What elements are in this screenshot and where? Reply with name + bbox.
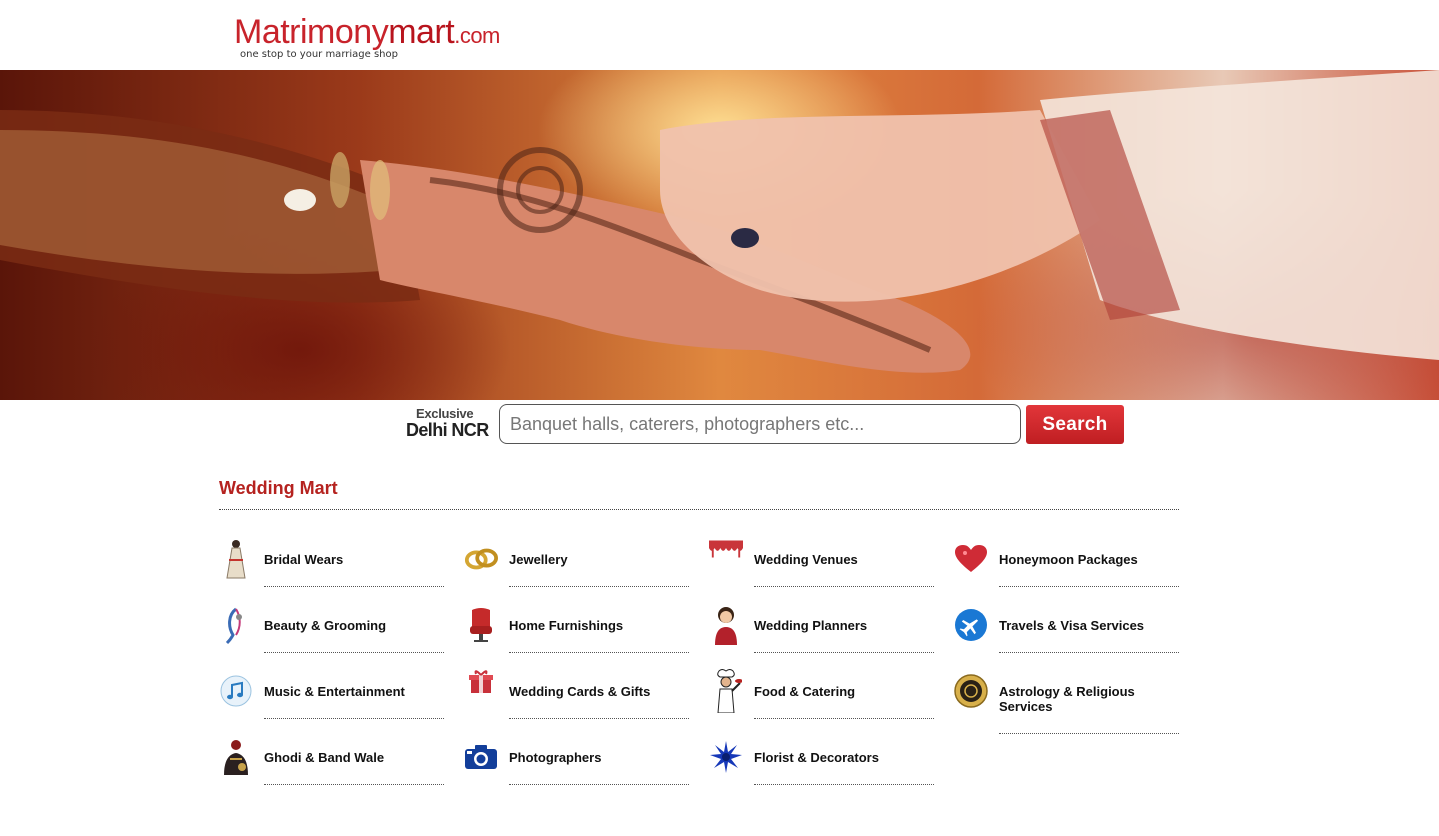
category-divider xyxy=(264,784,444,785)
category-divider xyxy=(754,652,934,653)
airplane-icon xyxy=(954,604,988,646)
category-florist-decorators[interactable]: Florist & Decorators xyxy=(709,733,935,788)
category-divider xyxy=(754,784,934,785)
logo-domain: .com xyxy=(454,23,500,48)
category-wedding-planners[interactable]: Wedding Planners xyxy=(709,601,935,656)
category-label: Astrology & Religious Services xyxy=(999,684,1135,714)
category-wedding-venues[interactable]: Wedding Venues xyxy=(709,535,935,590)
category-label: Wedding Venues xyxy=(754,552,858,567)
search-input[interactable] xyxy=(499,404,1021,444)
horse-icon xyxy=(219,736,253,778)
category-label: Wedding Planners xyxy=(754,618,868,633)
music-note-icon xyxy=(219,670,253,712)
category-label: Music & Entertainment xyxy=(264,684,405,699)
camera-icon xyxy=(464,736,498,778)
exclusive-label: Exclusive xyxy=(416,406,474,421)
heart-icon xyxy=(954,538,988,580)
category-bridal-wears[interactable]: Bridal Wears xyxy=(219,535,445,590)
hero-banner-image xyxy=(0,70,1439,400)
logo-name-part1: Matrimony xyxy=(234,13,389,51)
exclusive-region-badge: Exclusive Delhi NCR xyxy=(404,406,489,442)
category-divider xyxy=(264,586,444,587)
category-label: Wedding Cards & Gifts xyxy=(509,684,651,699)
category-home-furnishings[interactable]: Home Furnishings xyxy=(464,601,690,656)
category-divider xyxy=(999,733,1179,734)
category-label: Photographers xyxy=(509,750,602,765)
logo-wordmark: Matrimonymart.com xyxy=(234,14,500,54)
section-divider xyxy=(219,509,1179,510)
beauty-icon xyxy=(219,604,253,646)
region-label: Delhi NCR xyxy=(406,420,489,440)
category-divider xyxy=(264,652,444,653)
category-label: Home Furnishings xyxy=(509,618,624,633)
planner-icon xyxy=(709,604,743,646)
category-honeymoon-packages[interactable]: Honeymoon Packages xyxy=(954,535,1180,590)
category-divider xyxy=(509,784,689,785)
category-music-entertainment[interactable]: Music & Entertainment xyxy=(219,667,445,722)
category-photographers[interactable]: Photographers xyxy=(464,733,690,788)
chair-icon xyxy=(464,604,498,646)
category-label: Honeymoon Packages xyxy=(999,552,1138,567)
category-label: Food & Catering xyxy=(754,684,856,699)
category-label: Travels & Visa Services xyxy=(999,618,1145,633)
category-jewellery[interactable]: Jewellery xyxy=(464,535,690,590)
logo-name-part2: mart xyxy=(388,13,455,51)
logo-tagline: one stop to your marriage shop xyxy=(240,49,398,60)
astrology-icon xyxy=(954,670,988,712)
category-label: Ghodi & Band Wale xyxy=(264,750,385,765)
site-header: Matrimonymart.com one stop to your marri… xyxy=(0,0,1439,70)
category-food-catering[interactable]: Food & Catering xyxy=(709,667,935,722)
gift-icon xyxy=(464,670,498,712)
category-label: Beauty & Grooming xyxy=(264,618,387,633)
category-label: Jewellery xyxy=(509,552,568,567)
category-divider xyxy=(509,586,689,587)
section-title: Wedding Mart xyxy=(219,478,338,498)
chef-icon xyxy=(709,669,743,713)
site-logo[interactable]: Matrimonymart.com one stop to your marri… xyxy=(234,14,500,60)
flower-icon xyxy=(709,736,743,778)
category-divider xyxy=(754,586,934,587)
category-beauty-grooming[interactable]: Beauty & Grooming xyxy=(219,601,445,656)
category-wedding-cards-gifts[interactable]: Wedding Cards & Gifts xyxy=(464,667,690,722)
category-divider xyxy=(264,718,444,719)
category-travels-visa[interactable]: Travels & Visa Services xyxy=(954,601,1180,656)
search-button[interactable]: Search xyxy=(1026,405,1124,444)
category-divider xyxy=(754,718,934,719)
category-divider xyxy=(509,718,689,719)
category-ghodi-band-wale[interactable]: Ghodi & Band Wale xyxy=(219,733,445,788)
venue-icon xyxy=(709,538,743,580)
category-astrology-religious[interactable]: Astrology & Religious Services xyxy=(954,667,1180,737)
category-label: Bridal Wears xyxy=(264,552,344,567)
bride-icon xyxy=(219,538,253,580)
category-divider xyxy=(999,586,1179,587)
category-label: Florist & Decorators xyxy=(754,750,879,765)
rings-icon xyxy=(464,538,498,580)
hero-hands-illustration xyxy=(0,70,1439,373)
category-divider xyxy=(509,652,689,653)
category-divider xyxy=(999,652,1179,653)
